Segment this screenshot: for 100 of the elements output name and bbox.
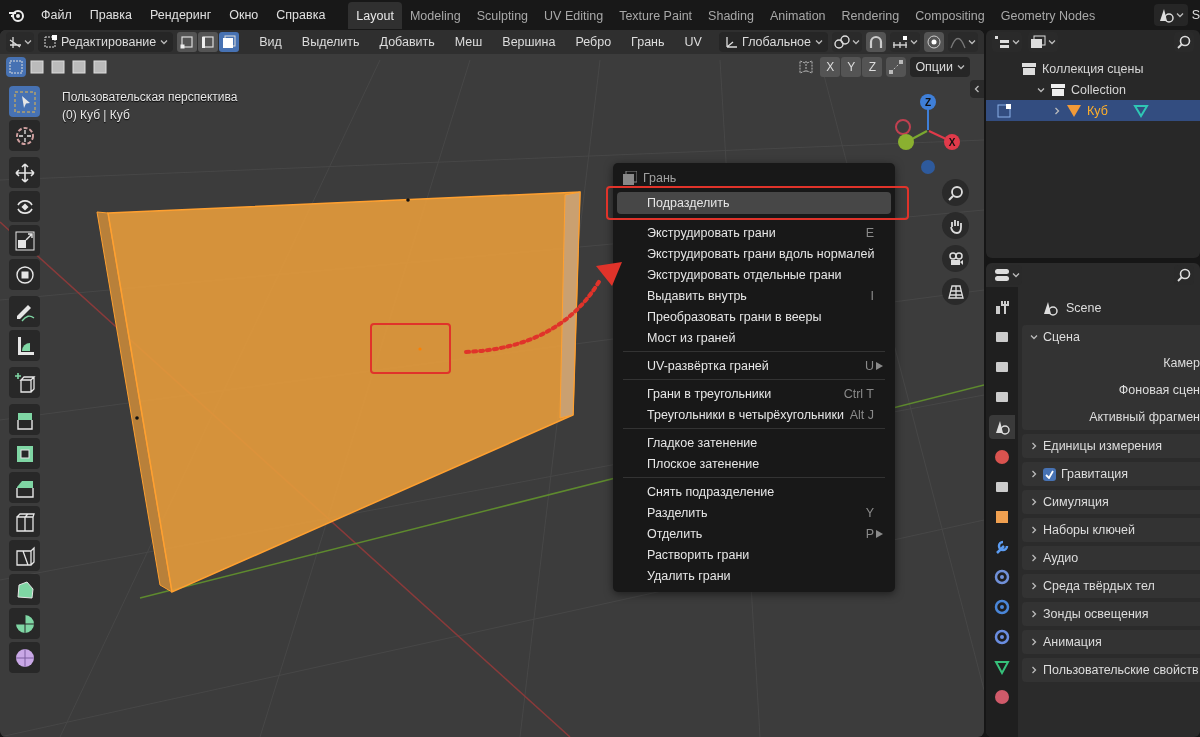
pan-button[interactable]	[942, 212, 969, 239]
camera-button[interactable]	[942, 245, 969, 272]
menu-item[interactable]: Правка	[80, 8, 141, 22]
menu-item[interactable]: Растворить грани	[617, 544, 891, 565]
tool-button[interactable]	[9, 506, 40, 537]
panel-header[interactable]: Аудио	[1022, 546, 1200, 570]
app-logo-icon[interactable]	[8, 7, 26, 23]
menu-item[interactable]: Грани в треугольники Ctrl T	[617, 383, 891, 404]
menu-item[interactable]: Экструдировать грани вдоль нормалей	[617, 243, 891, 264]
selection-mode-button[interactable]	[27, 57, 47, 77]
snap-target-button[interactable]	[890, 32, 920, 52]
selection-mode-button[interactable]	[6, 57, 26, 77]
scene-selector[interactable]	[1153, 4, 1188, 26]
snap-button[interactable]	[866, 32, 886, 52]
workspace-tab[interactable]: Compositing	[907, 1, 993, 29]
pivot-button[interactable]	[832, 32, 862, 52]
panel-header[interactable]: Симуляция	[1022, 490, 1200, 514]
menu-item[interactable]: Гладкое затенение	[617, 432, 891, 453]
options-dropdown[interactable]: Опции	[910, 57, 970, 77]
menu-item[interactable]: Ребро	[567, 35, 620, 49]
x-axis-handle[interactable]: X	[928, 130, 960, 150]
menu-item[interactable]: Подразделить	[617, 192, 891, 214]
panel-header[interactable]: Пользовательские свойств	[1022, 658, 1200, 682]
outliner-row[interactable]: Коллекция сцены	[986, 58, 1200, 79]
tool-button[interactable]	[9, 157, 40, 188]
tool-button[interactable]	[9, 120, 40, 151]
menu-item[interactable]: Экструдировать грани E	[617, 222, 891, 243]
select-mode-button[interactable]	[219, 32, 240, 52]
menu-item[interactable]: Отделить P	[617, 523, 891, 544]
workspace-tab[interactable]: Modeling	[401, 1, 469, 29]
negative-x-handle[interactable]	[895, 119, 911, 135]
ortho-button[interactable]	[942, 278, 969, 305]
tool-button[interactable]	[9, 608, 40, 639]
axis-toggle[interactable]: X	[820, 57, 841, 77]
outliner-row[interactable]: Куб	[986, 100, 1200, 121]
menu-item[interactable]: Файл	[32, 8, 81, 22]
auto-merge-button[interactable]	[886, 57, 907, 77]
select-mode-button[interactable]	[177, 32, 198, 52]
menu-item[interactable]: Снять подразделение	[617, 481, 891, 502]
menu-item[interactable]: Меш	[446, 35, 491, 49]
panel-header[interactable]: Анимация	[1022, 630, 1200, 654]
tool-button[interactable]	[9, 367, 40, 398]
menu-item[interactable]: Треугольники в четырёхугольники Alt J	[617, 404, 891, 425]
workspace-tab[interactable]: Rendering	[833, 1, 908, 29]
z-axis-handle[interactable]: Z	[920, 94, 936, 131]
tool-button[interactable]	[9, 191, 40, 222]
panel-header[interactable]: Единицы измерения	[1022, 434, 1200, 458]
sidebar-toggle[interactable]	[970, 80, 984, 98]
editor-type-button[interactable]	[6, 32, 34, 52]
workspace-tab[interactable]: Sculpting	[468, 1, 537, 29]
menu-item[interactable]: Справка	[267, 8, 335, 22]
workspace-tab[interactable]: Texture Paint	[611, 1, 701, 29]
select-mode-button[interactable]	[198, 32, 219, 52]
panel-header[interactable]: Зонды освещения	[1022, 602, 1200, 626]
menu-item[interactable]: Мост из граней	[617, 327, 891, 348]
menu-item[interactable]: Рендеринг	[140, 8, 221, 22]
panel-header[interactable]: Среда твёрдых тел	[1022, 574, 1200, 598]
panel-header[interactable]: Сцена	[1022, 325, 1200, 349]
menu-item[interactable]: Выдавить внутрь I	[617, 285, 891, 306]
orientation-dropdown[interactable]: Глобальное	[719, 32, 828, 52]
checkbox[interactable]	[1043, 467, 1056, 481]
workspace-tab[interactable]: Geometry Nodes	[992, 1, 1104, 29]
outliner-row[interactable]: Collection	[986, 79, 1200, 100]
workspace-tab[interactable]: Layout	[348, 1, 402, 29]
panel-header[interactable]: Гравитация	[1022, 462, 1200, 486]
mode-dropdown[interactable]: Редактирование	[38, 32, 174, 52]
proportional-edit-button[interactable]	[924, 32, 944, 52]
menu-item[interactable]: Разделить Y	[617, 502, 891, 523]
menu-item[interactable]: Добавить	[371, 35, 443, 49]
tool-button[interactable]	[9, 404, 40, 435]
tool-button[interactable]	[9, 574, 40, 605]
tool-button[interactable]	[9, 472, 40, 503]
menu-item[interactable]: Окно	[220, 8, 268, 22]
menu-item[interactable]: Удалить грани	[617, 565, 891, 586]
tool-button[interactable]	[9, 330, 40, 361]
axis-toggle[interactable]: Y	[841, 57, 862, 77]
menu-item[interactable]: Плоское затенение	[617, 453, 891, 474]
negative-z-handle[interactable]	[921, 160, 935, 174]
workspace-tab[interactable]: Animation	[761, 1, 834, 29]
workspace-tab[interactable]: Shading	[700, 1, 762, 29]
tool-button[interactable]	[9, 540, 40, 571]
tool-button[interactable]	[9, 642, 40, 673]
menu-item[interactable]: Вершина	[494, 35, 564, 49]
properties-tab[interactable]	[989, 415, 1015, 439]
menu-item[interactable]: UV-развёртка граней U	[617, 355, 891, 376]
selection-mode-button[interactable]	[90, 57, 110, 77]
selection-mode-button[interactable]	[69, 57, 89, 77]
workspace-tab[interactable]: UV Editing	[536, 1, 612, 29]
menu-item[interactable]: Преобразовать грани в вееры	[617, 306, 891, 327]
zoom-button[interactable]	[942, 179, 969, 206]
menu-item[interactable]: Грань	[623, 35, 673, 49]
menu-item[interactable]: UV	[676, 35, 710, 49]
tool-button[interactable]	[9, 438, 40, 469]
tool-button[interactable]	[9, 296, 40, 327]
menu-item[interactable]: Вид	[251, 35, 290, 49]
panel-header[interactable]: Наборы ключей	[1022, 518, 1200, 542]
menu-item[interactable]: Выделить	[293, 35, 368, 49]
tool-button[interactable]	[9, 259, 40, 290]
tool-button[interactable]	[9, 225, 40, 256]
axis-toggle[interactable]: Z	[862, 57, 883, 77]
